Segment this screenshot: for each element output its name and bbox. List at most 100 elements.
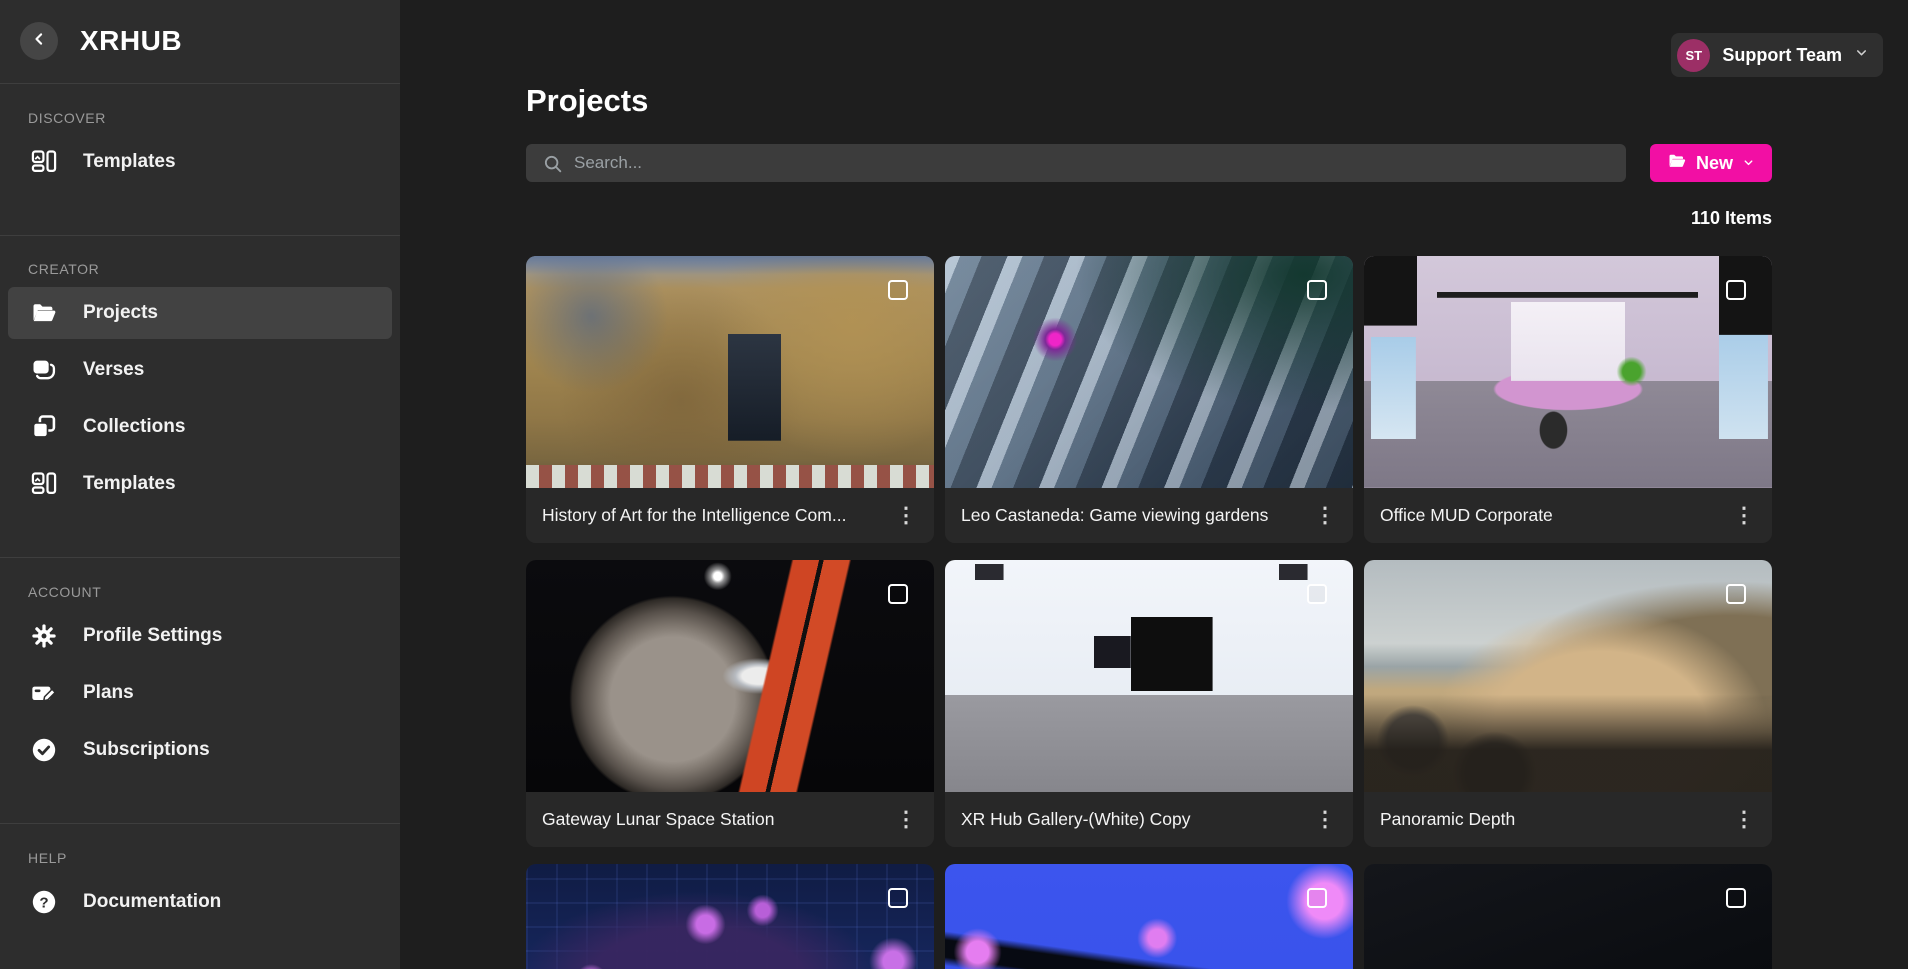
section-label: HELP [28,850,400,866]
chevron-left-icon [29,29,49,54]
sidebar-item-label: Profile Settings [83,625,222,647]
card-footer: XR Hub Gallery-(White) Copy ⋮ [945,792,1353,847]
card-select-checkbox[interactable] [1307,584,1327,604]
kebab-menu-icon[interactable]: ⋮ [1307,498,1343,534]
user-menu[interactable]: ST Support Team [1671,33,1883,77]
sidebar-item-label: Plans [83,682,134,704]
sidebar-header: XRHUB [0,0,400,83]
card-footer: History of Art for the Intelligence Com.… [526,488,934,543]
check-circle-icon [29,735,59,765]
project-thumbnail[interactable] [945,256,1353,488]
sidebar-section-help: HELP ? Documentation [0,824,400,969]
card-title: Panoramic Depth [1380,809,1515,830]
project-thumbnail[interactable] [1364,560,1772,792]
page-title: Projects [526,82,1772,120]
section-label: DISCOVER [28,110,400,126]
folder-open-icon [29,298,59,328]
search-row: New [526,144,1772,182]
card-footer: Office MUD Corporate ⋮ [1364,488,1772,543]
sidebar-item-label: Templates [83,151,176,173]
project-card[interactable]: ⋮ [945,864,1353,969]
project-thumbnail[interactable] [945,560,1353,792]
new-button-label: New [1696,153,1733,174]
kebab-menu-icon[interactable]: ⋮ [888,498,924,534]
question-circle-icon: ? [29,887,59,917]
project-thumbnail[interactable] [945,864,1353,969]
card-footer: Gateway Lunar Space Station ⋮ [526,792,934,847]
sidebar-item-documentation[interactable]: ? Documentation [8,876,392,928]
kebab-menu-icon[interactable]: ⋮ [1726,802,1762,838]
user-name: Support Team [1722,45,1842,66]
search-bar [526,144,1626,182]
folder-open-icon [1667,151,1687,176]
project-card[interactable]: XR Hub Gallery-(White) Copy ⋮ [945,560,1353,847]
project-thumbnail[interactable] [1364,864,1772,969]
card-select-checkbox[interactable] [888,584,908,604]
project-thumbnail[interactable] [526,864,934,969]
sidebar-item-subscriptions[interactable]: Subscriptions [8,724,392,776]
search-input[interactable] [526,144,1626,182]
sidebar-item-projects[interactable]: Projects [8,287,392,339]
sidebar-section-discover: DISCOVER Templates [0,84,400,235]
sidebar-item-label: Templates [83,473,176,495]
card-select-checkbox[interactable] [1307,280,1327,300]
card-title: Gateway Lunar Space Station [542,809,775,830]
main-content: ST Support Team Projects New [400,0,1908,969]
back-button[interactable] [20,22,58,60]
projects-grid: History of Art for the Intelligence Com.… [526,256,1772,969]
sidebar-item-label: Verses [83,359,144,381]
card-select-checkbox[interactable] [888,888,908,908]
collections-icon [29,412,59,442]
gear-icon [29,621,59,651]
card-footer: Leo Castaneda: Game viewing gardens ⋮ [945,488,1353,543]
card-select-checkbox[interactable] [1307,888,1327,908]
svg-text:?: ? [39,894,48,911]
sidebar-item-templates[interactable]: Templates [8,136,392,188]
section-label: CREATOR [28,261,400,277]
card-select-checkbox[interactable] [1726,584,1746,604]
layers-icon [29,355,59,385]
sidebar-item-plans[interactable]: Plans [8,667,392,719]
project-card[interactable]: ⋮ [526,864,934,969]
sidebar-item-label: Documentation [83,891,221,913]
card-select-checkbox[interactable] [888,280,908,300]
templates-icon [29,147,59,177]
sidebar-item-templates-creator[interactable]: Templates [8,458,392,510]
kebab-menu-icon[interactable]: ⋮ [1726,498,1762,534]
project-card[interactable]: History of Art for the Intelligence Com.… [526,256,934,543]
project-card[interactable]: ⋮ [1364,864,1772,969]
sidebar-item-verses[interactable]: Verses [8,344,392,396]
kebab-menu-icon[interactable]: ⋮ [1307,802,1343,838]
card-pencil-icon [29,678,59,708]
project-thumbnail[interactable] [526,256,934,488]
sidebar: XRHUB DISCOVER Templates CREATOR [0,0,400,969]
chevron-down-icon [1742,153,1755,174]
project-thumbnail[interactable] [1364,256,1772,488]
sidebar-section-account: ACCOUNT Profile Settings [0,558,400,823]
sidebar-section-creator: CREATOR Projects Verses [0,235,400,557]
card-select-checkbox[interactable] [1726,888,1746,908]
kebab-menu-icon[interactable]: ⋮ [888,802,924,838]
sidebar-item-profile-settings[interactable]: Profile Settings [8,610,392,662]
card-select-checkbox[interactable] [1726,280,1746,300]
sidebar-item-label: Subscriptions [83,739,210,761]
project-thumbnail[interactable] [526,560,934,792]
sidebar-item-collections[interactable]: Collections [8,401,392,453]
app-title: XRHUB [80,25,182,57]
project-card[interactable]: Gateway Lunar Space Station ⋮ [526,560,934,847]
project-card[interactable]: Panoramic Depth ⋮ [1364,560,1772,847]
card-footer: Panoramic Depth ⋮ [1364,792,1772,847]
project-card[interactable]: Leo Castaneda: Game viewing gardens ⋮ [945,256,1353,543]
new-button[interactable]: New [1650,144,1772,182]
sidebar-item-label: Collections [83,416,185,438]
search-icon [542,153,564,175]
sidebar-item-label: Projects [83,302,158,324]
card-title: History of Art for the Intelligence Com.… [542,505,846,526]
items-count: 110 Items [526,208,1772,230]
card-title: Office MUD Corporate [1380,505,1553,526]
project-card[interactable]: Office MUD Corporate ⋮ [1364,256,1772,543]
chevron-down-icon [1854,45,1869,65]
card-title: Leo Castaneda: Game viewing gardens [961,505,1268,526]
avatar: ST [1677,39,1710,72]
card-title: XR Hub Gallery-(White) Copy [961,809,1191,830]
